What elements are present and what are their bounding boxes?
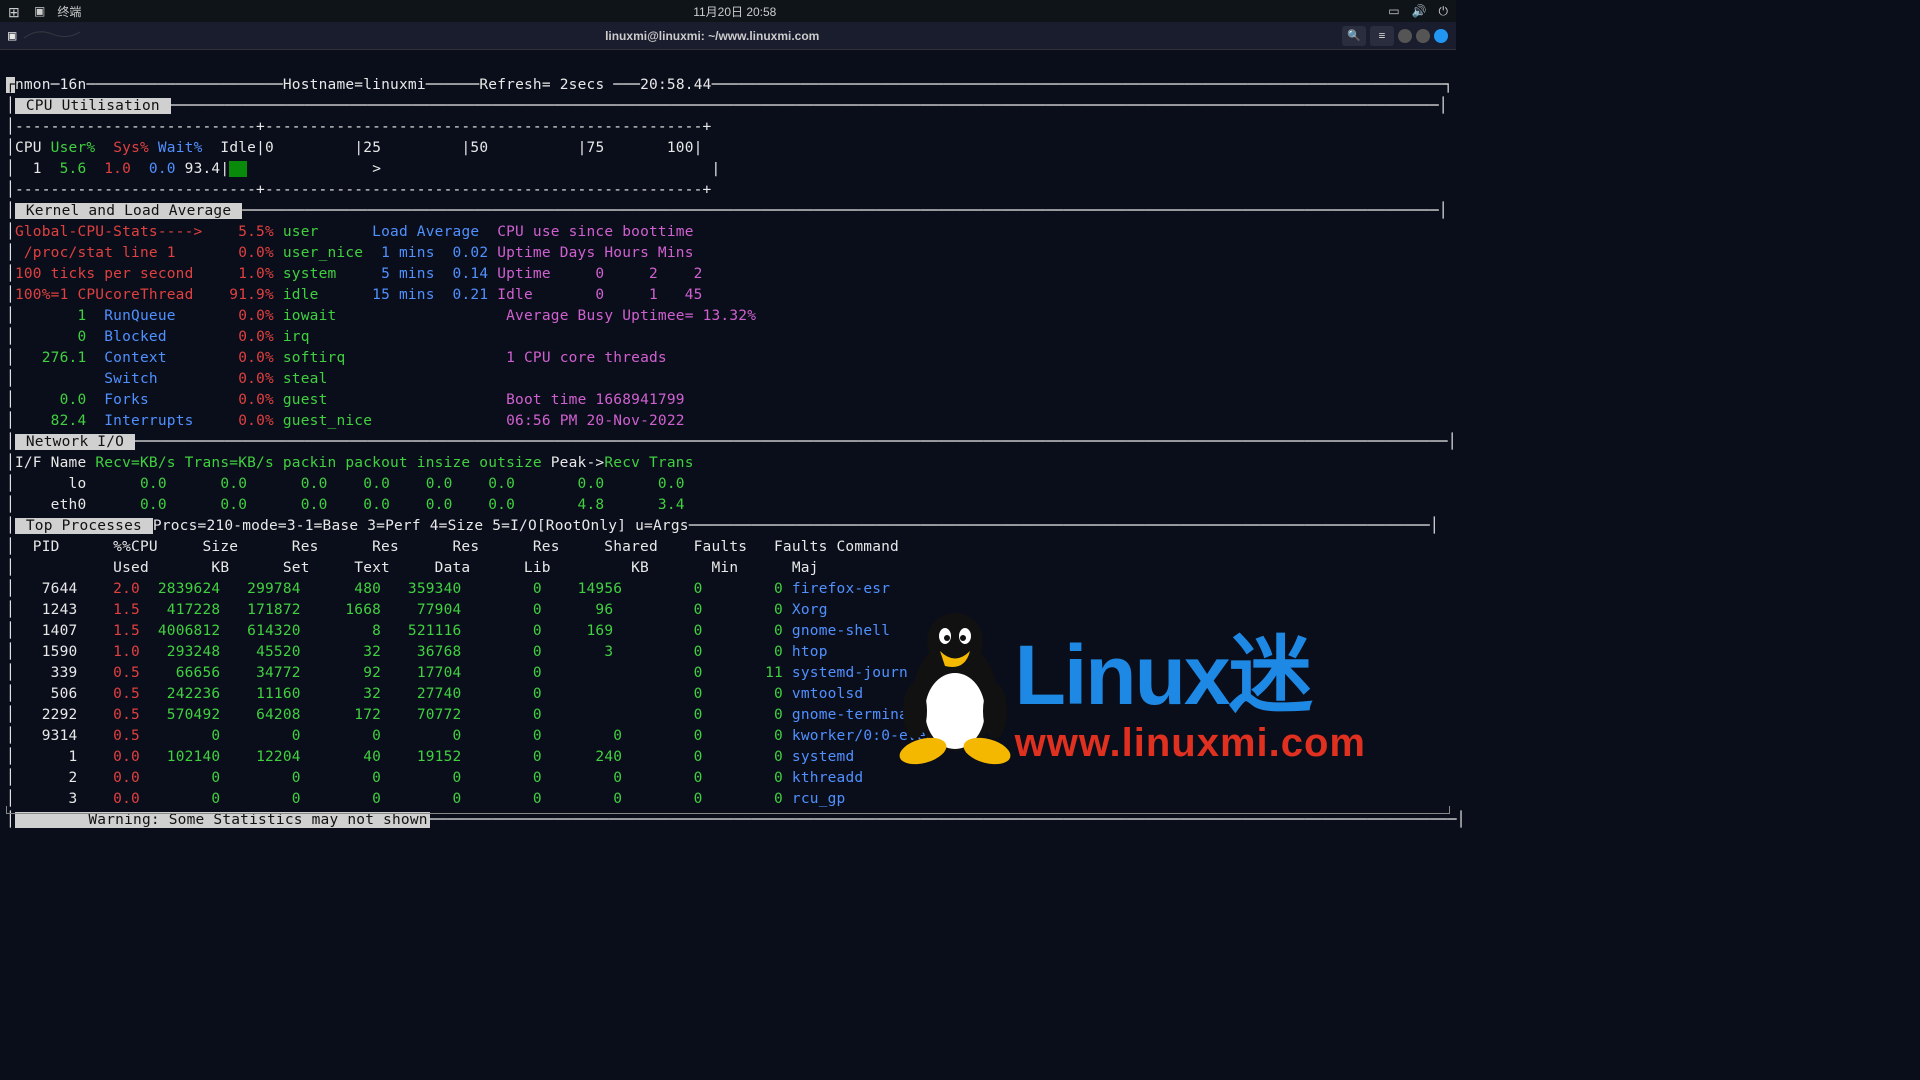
hostname-label: Hostname= xyxy=(283,77,363,93)
minimize-button[interactable] xyxy=(1398,29,1412,43)
kali-dragon-icon xyxy=(22,26,82,46)
terminal-output[interactable]: ┌nmon─16n──────────────────────Hostname=… xyxy=(0,50,1456,835)
cpu-divider: ---------------------------+------------… xyxy=(15,119,712,135)
cpu-idle: 93.4 xyxy=(176,161,221,177)
window-titlebar: ▣ linuxmi@linuxmi: ~/www.linuxmi.com 🔍 ≡ xyxy=(0,22,1456,50)
net-row-eth0-vals: 0.0 0.0 0.0 0.0 0.0 0.0 4.8 3.4 xyxy=(86,497,684,513)
screen-icon[interactable]: ▭ xyxy=(1388,4,1399,18)
refresh-label: Refresh= xyxy=(479,77,559,93)
search-button[interactable]: 🔍 xyxy=(1342,26,1366,46)
cpu-user: 5.6 xyxy=(42,161,87,177)
top-head2: Used KB Set Text Data Lib KB Min Maj xyxy=(15,560,819,576)
hamburger-menu-button[interactable]: ≡ xyxy=(1370,26,1394,46)
activities-icon[interactable] xyxy=(8,4,22,18)
cpu-section-title: CPU Utilisation xyxy=(15,98,171,114)
nmon-header-app: nmon─16n xyxy=(15,77,86,93)
cpu-wait: 0.0 xyxy=(131,161,176,177)
kernel-section-title: Kernel and Load Average xyxy=(15,203,242,219)
net-row-lo-name: lo xyxy=(15,476,86,492)
power-icon[interactable]: ⏻ xyxy=(1438,4,1448,19)
sidebar-toggle-icon[interactable]: ▣ xyxy=(8,28,16,44)
top-section-title: Top Processes xyxy=(15,518,153,534)
header-time: 20:58.44 xyxy=(640,77,711,93)
volume-icon[interactable]: 🔊 xyxy=(1412,4,1427,18)
top-head1: PID %%CPU Size Res Res Res Res Shared Fa… xyxy=(15,539,899,555)
hostname-value: linuxmi xyxy=(363,77,426,93)
gnome-topbar: ▣ 终端 11月20日 20:58 ▭ 🔊 ⏻ xyxy=(0,0,1456,22)
refresh-value: 2secs xyxy=(560,77,605,93)
network-section-title: Network I/O xyxy=(15,434,135,450)
cpu-bar: UU xyxy=(229,161,247,177)
maximize-button[interactable] xyxy=(1416,29,1430,43)
app-menu-label[interactable]: 终端 xyxy=(57,3,81,20)
cpu-row-num: 1 xyxy=(15,161,42,177)
cpu-sys: 1.0 xyxy=(86,161,131,177)
app-menu-icon[interactable]: ▣ xyxy=(34,4,45,18)
net-row-lo-vals: 0.0 0.0 0.0 0.0 0.0 0.0 0.0 0.0 xyxy=(86,476,684,492)
warning-line: Warning: Some Statistics may not shown xyxy=(15,812,430,828)
clock-label[interactable]: 11月20日 20:58 xyxy=(693,3,776,20)
terminal-border xyxy=(6,806,1450,814)
net-row-eth0-name: eth0 xyxy=(15,497,86,513)
window-title: linuxmi@linuxmi: ~/www.linuxmi.com xyxy=(605,29,819,43)
close-button[interactable] xyxy=(1434,29,1448,43)
